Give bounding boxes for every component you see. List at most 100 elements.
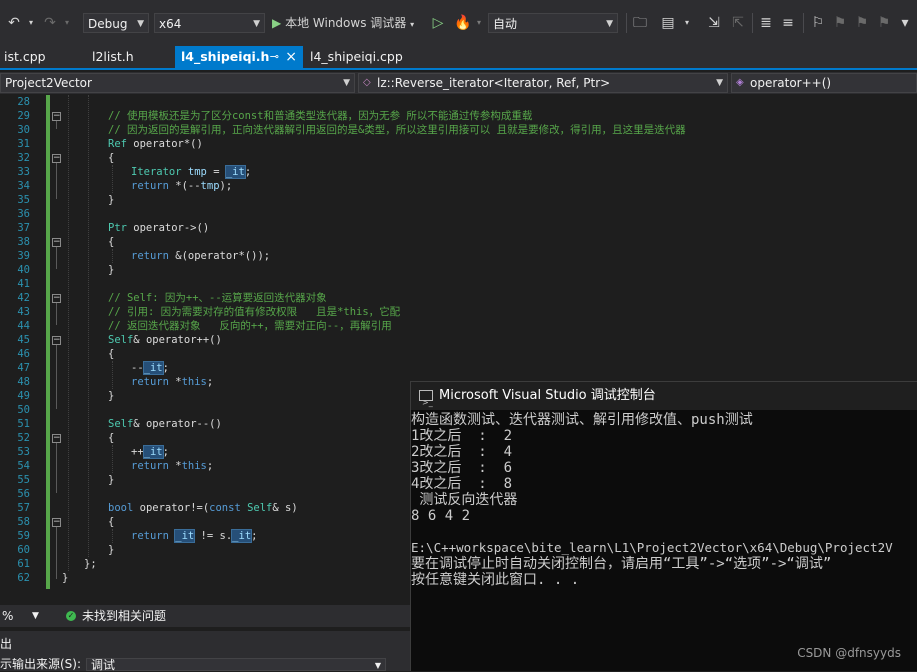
platform-select[interactable]: x64 ▼: [154, 13, 265, 33]
code-line: return *(--tmp);: [131, 179, 232, 193]
code-brace: {: [108, 152, 115, 164]
folder-icon[interactable]: 🗀: [632, 13, 648, 33]
code-line: return &(operator*());: [131, 249, 270, 263]
line-number: 59: [17, 530, 30, 542]
uncomment-icon[interactable]: ≡: [780, 13, 796, 33]
code-keyword: bool: [108, 502, 134, 514]
member-select-value: operator++(): [750, 76, 832, 90]
code-text: ++: [131, 446, 144, 458]
tab-list-cpp[interactable]: ist.cpp: [0, 46, 82, 68]
console-output: 构造函数测试、迭代器测试、解引用修改值、push测试 1改之后 : 2 2改之后…: [411, 410, 917, 672]
line-number: 40: [17, 264, 30, 276]
layout-icon[interactable]: ▤: [660, 13, 676, 33]
project-select[interactable]: Project2Vector ▼: [0, 73, 355, 93]
redo-icon[interactable]: ↷: [42, 13, 58, 33]
config-select[interactable]: Debug ▼: [83, 13, 149, 33]
toolbar-overflow-icon[interactable]: ▾: [898, 13, 912, 33]
start-without-debugging-icon[interactable]: ▷: [431, 13, 445, 33]
collapse-icon[interactable]: −: [52, 336, 61, 345]
step-disabled-icon[interactable]: ⇱: [730, 13, 746, 33]
tab-label: l2list.h: [92, 49, 134, 64]
line-number: 39: [17, 250, 30, 262]
redo-dropdown-icon[interactable]: ▾: [62, 13, 72, 33]
code-keyword: return: [131, 460, 169, 472]
hot-reload-dropdown-icon[interactable]: ▾: [474, 13, 484, 33]
line-number: 46: [17, 348, 30, 360]
class-icon: ◇: [363, 77, 371, 88]
code-line: Self& operator++(): [108, 333, 222, 347]
code-comment: // Self: 因为++、--运算要返回迭代器对象: [108, 292, 327, 304]
prev-bookmark-icon[interactable]: ⚑: [832, 13, 848, 33]
line-number: 57: [17, 502, 30, 514]
undo-icon[interactable]: ↶: [6, 13, 22, 33]
code-text: *: [168, 460, 182, 472]
output-panel-header: 出: [0, 631, 410, 658]
line-number: 56: [17, 488, 30, 500]
code-text: ;: [162, 362, 169, 374]
code-text: ;: [162, 446, 169, 458]
tab-label: l4_shipeiqi.cpp: [310, 49, 403, 64]
clear-bookmarks-icon[interactable]: ⚑: [876, 13, 892, 33]
output-source-select[interactable]: 调试 ▼: [86, 658, 386, 671]
line-number: 36: [17, 208, 30, 220]
code-keyword: const: [209, 502, 241, 514]
code-brace: }: [108, 474, 115, 486]
next-bookmark-icon[interactable]: ⚑: [854, 13, 870, 33]
chevron-down-icon: ▼: [606, 19, 613, 29]
bookmark-icon[interactable]: ⚐: [810, 13, 826, 33]
debugger-label: 本地 Windows 调试器: [285, 16, 407, 30]
tab-l2list-h[interactable]: l2list.h: [86, 46, 172, 68]
issues-status[interactable]: 未找到相关问题: [82, 605, 166, 627]
auto-select[interactable]: 自动 ▼: [488, 13, 618, 33]
code-text: );: [219, 180, 233, 192]
tab-l4-shipeiqi-cpp[interactable]: l4_shipeiqi.cpp: [304, 46, 440, 68]
indent-guide: [68, 95, 69, 571]
hot-reload-icon[interactable]: 🔥: [454, 13, 471, 33]
highlighted-identifier: _it: [231, 529, 253, 543]
chevron-down-icon[interactable]: ▼: [32, 605, 39, 627]
start-debugger-button[interactable]: ▶ 本地 Windows 调试器 ▾: [272, 13, 422, 33]
step-icon[interactable]: ⇲: [706, 13, 722, 33]
pin-icon[interactable]: ⊸: [270, 46, 279, 68]
collapse-icon[interactable]: −: [52, 434, 61, 443]
collapse-icon[interactable]: −: [52, 518, 61, 527]
member-select[interactable]: ◈ operator++(): [731, 73, 917, 93]
indent-guide: [112, 165, 113, 193]
code-text: --: [131, 362, 144, 374]
close-icon[interactable]: ×: [285, 46, 297, 68]
code-text: operator!=(: [133, 502, 210, 514]
code-type: Self: [108, 418, 134, 430]
line-number: 50: [17, 404, 30, 416]
fold-line: [56, 121, 57, 129]
zoom-level[interactable]: %: [2, 605, 13, 627]
console-line: 测试反向迭代器: [411, 492, 518, 508]
collapse-icon[interactable]: −: [52, 112, 61, 121]
fold-line: [56, 303, 57, 325]
code-brace: {: [108, 516, 115, 528]
line-number: 60: [17, 544, 30, 556]
line-number: 30: [17, 124, 30, 136]
debug-console-window[interactable]: >_ Microsoft Visual Studio 调试控制台 构造函数测试、…: [410, 381, 917, 671]
undo-dropdown-icon[interactable]: ▾: [26, 13, 36, 33]
console-title: Microsoft Visual Studio 调试控制台: [439, 388, 656, 403]
collapse-icon[interactable]: −: [52, 238, 61, 247]
console-icon: >_: [419, 390, 433, 407]
code-comment: // 引用: 因为需要对存的值有修改权限 且是*this，它配: [108, 306, 401, 318]
collapse-icon[interactable]: −: [52, 154, 61, 163]
code-brace: {: [108, 236, 115, 248]
layout-dropdown-icon[interactable]: ▾: [682, 13, 692, 33]
chevron-down-icon: ▾: [410, 20, 415, 29]
tab-l4-shipeiqi-h[interactable]: l4_shipeiqi.h ⊸ ×: [175, 46, 303, 68]
code-comment: // 因为返回的是解引用，正向迭代器解引用返回的是&类型，所以这里引用接可以 且…: [108, 124, 686, 136]
play-icon: ▶: [272, 16, 282, 30]
line-number: 41: [17, 278, 30, 290]
code-brace: }: [108, 194, 115, 206]
comment-icon[interactable]: ≣: [758, 13, 774, 33]
code-comment: // 返回迭代器对象 反向的++，需要对正向--，再解引用: [108, 320, 392, 332]
highlighted-identifier: _it: [142, 361, 164, 375]
scope-select[interactable]: ◇ lz::Reverse_iterator<Iterator, Ref, Pt…: [358, 73, 728, 93]
code-brace: };: [84, 558, 97, 570]
collapse-icon[interactable]: −: [52, 294, 61, 303]
console-title-bar[interactable]: >_ Microsoft Visual Studio 调试控制台: [411, 382, 917, 410]
code-line: --_it;: [131, 361, 169, 375]
